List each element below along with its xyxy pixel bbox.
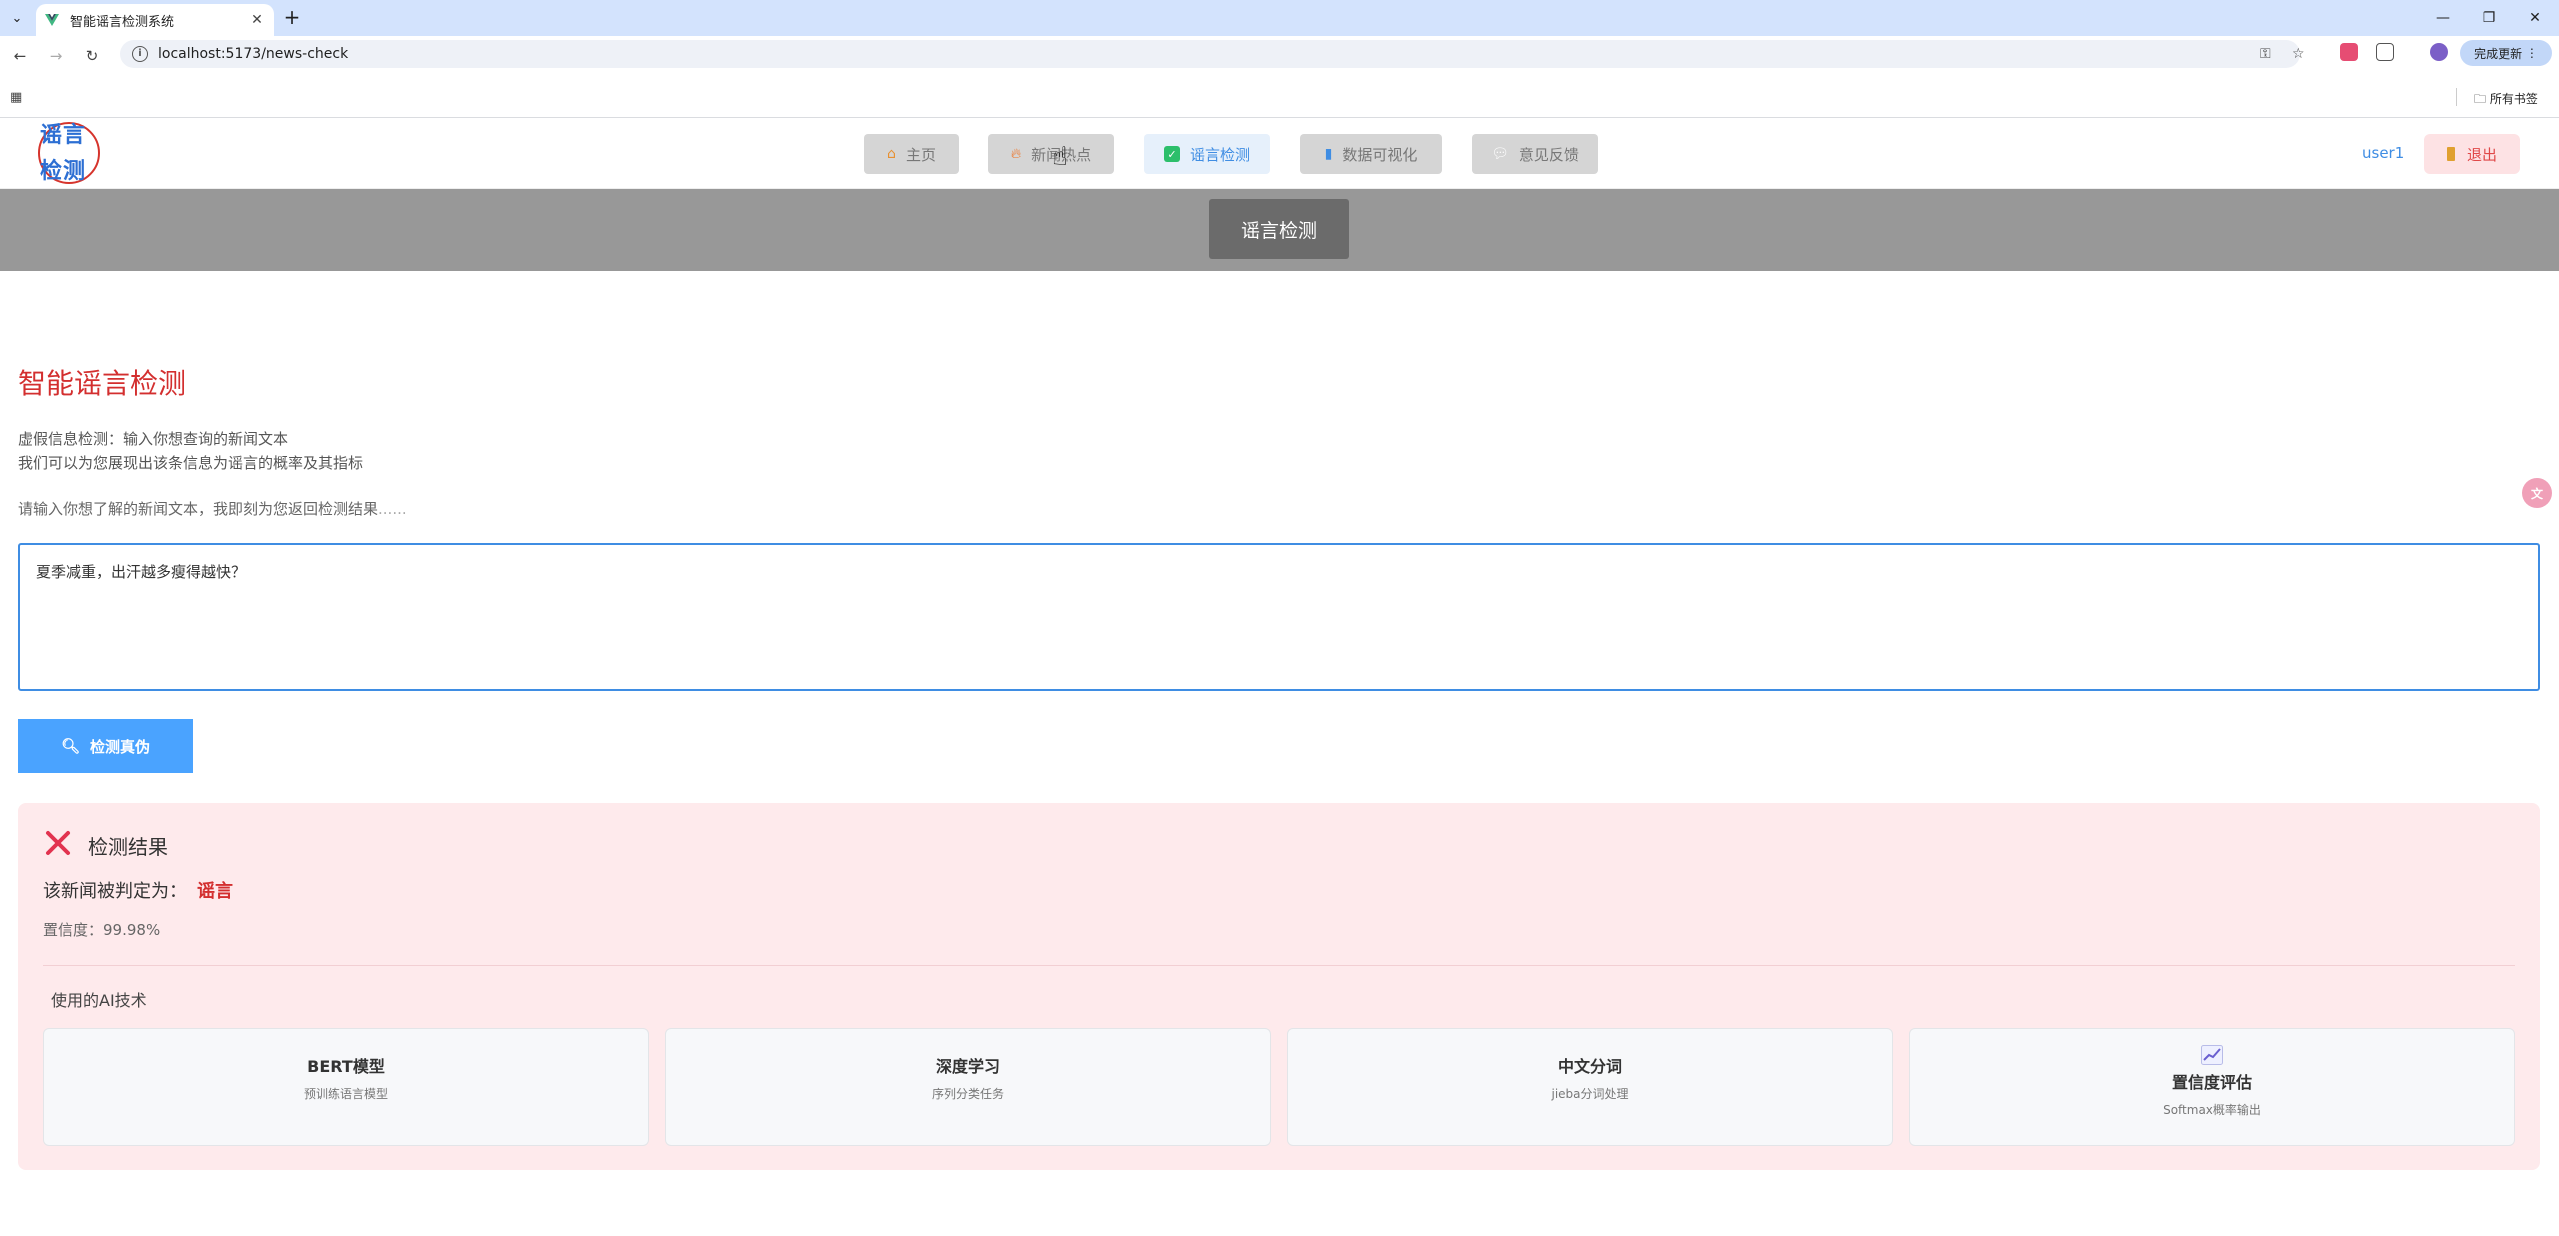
vue-favicon-icon — [45, 14, 59, 26]
verdict: 该新闻被判定为： 谣言 — [43, 877, 233, 903]
input-hint: 请输入你想了解的新闻文本，我即刻为您返回检测结果...... — [18, 498, 407, 519]
username[interactable]: user1 — [2362, 144, 2404, 162]
tech-card-segmentation: 中文分词 jieba分词处理 — [1287, 1028, 1893, 1146]
check-truth-button[interactable]: 🔍︎ 检测真伪 — [18, 719, 193, 773]
nav-feedback-label: 意见反馈 — [1518, 145, 1579, 164]
apps-grid-icon[interactable]: ▦ — [10, 90, 26, 106]
door-icon — [2446, 147, 2455, 161]
result-divider — [43, 965, 2515, 966]
tab-search-icon[interactable]: ⌄ — [6, 7, 28, 29]
browser-tab[interactable]: 智能谣言检测系统 ✕ — [36, 4, 274, 36]
forward-icon[interactable]: → — [46, 46, 66, 66]
restore-icon[interactable]: ❐ — [2466, 0, 2512, 36]
check-icon: ✓ — [1163, 146, 1180, 162]
tech-name: 置信度评估 — [2171, 1073, 2252, 1092]
trend-chart-icon — [2201, 1045, 2223, 1065]
logo-line2: 检测 — [40, 159, 87, 184]
logo-line1: 谣言 — [40, 123, 87, 148]
confidence-text: 置信度：99.98% — [43, 921, 161, 939]
site-info-icon[interactable]: i — [132, 46, 148, 62]
nav-news-hot[interactable]: 🔥︎ 新闻热点 — [988, 134, 1114, 174]
result-title: 检测结果 — [88, 835, 168, 859]
nav-rumor-check-label: 谣言检测 — [1189, 145, 1250, 164]
page-banner: 谣言检测 — [0, 189, 2559, 271]
tech-sub: Softmax概率输出 — [2163, 1103, 2261, 1117]
tech-card-bert: BERT模型 预训练语言模型 — [43, 1028, 649, 1146]
url-text[interactable]: localhost:5173/news-check — [158, 46, 348, 62]
page-title: 智能谣言检测 — [18, 367, 187, 400]
tech-name: BERT模型 — [307, 1057, 385, 1076]
result-panel: 检测结果 该新闻被判定为： 谣言 置信度：99.98% 使用的AI技术 BERT模… — [18, 803, 2540, 1170]
logout-button[interactable]: 退出 — [2424, 134, 2520, 174]
tech-title: 使用的AI技术 — [51, 991, 147, 1010]
profile-avatar-icon[interactable] — [2430, 43, 2448, 61]
tab-close-icon[interactable]: ✕ — [248, 12, 266, 28]
banner-button[interactable]: 谣言检测 — [1209, 199, 1349, 259]
tech-sub: 序列分类任务 — [931, 1087, 1004, 1101]
reload-icon[interactable]: ↻ — [82, 46, 102, 66]
input-hint-text: 请输入你想了解的新闻文本，我即刻为您返回检测结果 — [18, 500, 379, 518]
news-text-input[interactable] — [18, 543, 2540, 691]
browser-tabstrip: ⌄ 智能谣言检测系统 ✕ + — ❐ ✕ — [0, 0, 2559, 36]
back-icon[interactable]: ← — [10, 46, 30, 66]
app-header: 谣言 检测 ⌂ 主页 🔥︎ 新闻热点 ✓ 谣言检测 ▮ 数据可视化 💬︎ 意见反… — [0, 118, 2559, 189]
extensions-puzzle-icon[interactable] — [2376, 43, 2394, 61]
extension-red-icon[interactable] — [2340, 43, 2358, 61]
chat-icon: 💬︎ — [1491, 146, 1509, 162]
pointer-cursor-icon: ☝︎ — [1052, 142, 1068, 172]
tab-title: 智能谣言检测系统 — [70, 14, 175, 30]
translate-float-icon[interactable]: 文 — [2522, 478, 2552, 508]
desc-line1: 虚假信息检测：输入你想查询的新闻文本 — [18, 430, 289, 448]
nav-rumor-check[interactable]: ✓ 谣言检测 — [1144, 134, 1270, 174]
logout-label: 退出 — [2466, 145, 2497, 164]
verdict-label: 该新闻被判定为： — [43, 881, 187, 902]
nav-data-visual-label: 数据可视化 — [1342, 145, 1418, 164]
bookmark-star-icon[interactable]: ☆ — [2292, 46, 2305, 62]
update-button[interactable]: 完成更新 ⋮ — [2460, 40, 2552, 66]
address-bar[interactable]: i localhost:5173/news-check ⚿ ☆ — [120, 40, 2305, 68]
magnifier-icon: 🔍︎ — [60, 738, 81, 755]
tech-name: 深度学习 — [935, 1057, 1000, 1076]
new-tab-icon[interactable]: + — [280, 6, 304, 30]
verdict-value: 谣言 — [197, 881, 233, 902]
fire-icon: 🔥︎ — [1010, 146, 1022, 162]
update-label: 完成更新 — [2474, 46, 2523, 61]
tech-sub: jieba分词处理 — [1551, 1087, 1629, 1101]
tech-sub: 预训练语言模型 — [303, 1087, 388, 1101]
all-bookmarks[interactable]: 🗀 所有书签 — [2474, 90, 2538, 111]
all-bookmarks-label: 所有书签 — [2489, 92, 2538, 106]
close-window-icon[interactable]: ✕ — [2512, 0, 2558, 36]
nav-home-label: 主页 — [905, 145, 936, 164]
bar-chart-icon: ▮ — [1324, 146, 1333, 162]
logo-text[interactable]: 谣言 检测 — [40, 118, 100, 190]
home-icon: ⌂ — [887, 146, 896, 162]
tech-name: 中文分词 — [1557, 1057, 1622, 1076]
nav-home[interactable]: ⌂ 主页 — [864, 134, 959, 174]
nav-feedback[interactable]: 💬︎ 意见反馈 — [1472, 134, 1598, 174]
nav-data-visual[interactable]: ▮ 数据可视化 — [1300, 134, 1442, 174]
browser-toolbar: ← → ↻ i localhost:5173/news-check ⚿ ☆ — [0, 36, 2559, 86]
cross-icon — [46, 831, 70, 855]
input-hint-dots: ...... — [378, 500, 407, 518]
check-truth-label: 检测真伪 — [90, 738, 151, 756]
tech-card-confidence: 置信度评估 Softmax概率输出 — [1909, 1028, 2515, 1146]
tech-card-deep-learning: 深度学习 序列分类任务 — [665, 1028, 1271, 1146]
bookmark-divider — [2456, 88, 2457, 106]
desc-line2: 我们可以为您展现出该条信息为谣言的概率及其指标 — [18, 454, 364, 472]
key-icon[interactable]: ⚿ — [2260, 46, 2271, 62]
minimize-icon[interactable]: — — [2420, 0, 2466, 36]
